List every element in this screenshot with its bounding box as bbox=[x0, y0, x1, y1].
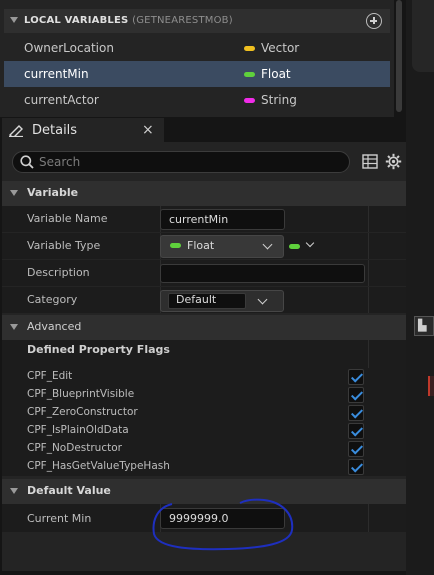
flag-row: CPF_IsPlainOldData bbox=[2, 422, 406, 440]
flag-row: CPF_BlueprintVisible bbox=[2, 386, 406, 404]
current-min-row: Current Min bbox=[2, 504, 406, 533]
float-pin-icon bbox=[170, 243, 181, 248]
chevron-down-icon bbox=[262, 239, 273, 250]
variable-type-row: Variable Type Float bbox=[2, 233, 406, 260]
property-label: Description bbox=[27, 266, 90, 279]
float-type-pill-icon bbox=[244, 72, 255, 77]
property-label: Category bbox=[27, 293, 78, 306]
graph-panel-corner bbox=[412, 0, 434, 72]
container-type-pill-icon[interactable] bbox=[289, 244, 300, 249]
flag-label: CPF_Edit bbox=[27, 370, 73, 382]
pencil-icon bbox=[9, 125, 23, 137]
flag-label: CPF_ZeroConstructor bbox=[27, 406, 138, 418]
current-min-field[interactable] bbox=[160, 508, 285, 529]
category-value: Default bbox=[176, 293, 217, 306]
close-icon[interactable]: × bbox=[142, 122, 154, 138]
property-label: Current Min bbox=[27, 512, 92, 525]
container-type-chevron-icon[interactable] bbox=[305, 238, 315, 248]
flag-row: CPF_NoDestructor bbox=[2, 440, 406, 458]
variable-type: Vector bbox=[261, 41, 300, 55]
local-variables-scrollbar[interactable] bbox=[396, 0, 402, 112]
default-value-section-header[interactable]: Default Value bbox=[2, 479, 406, 504]
variable-section-header[interactable]: Variable bbox=[2, 181, 406, 206]
flag-label: CPF_IsPlainOldData bbox=[27, 424, 129, 436]
property-label: Variable Type bbox=[27, 239, 101, 252]
variable-row-currentactor[interactable]: currentActor String bbox=[4, 87, 390, 113]
function-scope-label: (GETNEARESTMOB) bbox=[132, 15, 233, 26]
flag-checkbox[interactable] bbox=[348, 369, 364, 385]
details-tab[interactable]: Details × bbox=[2, 118, 164, 142]
collapse-arrow-icon[interactable] bbox=[10, 488, 18, 494]
variable-name: OwnerLocation bbox=[24, 41, 114, 55]
vector-type-pill-icon bbox=[244, 46, 255, 51]
description-field[interactable] bbox=[160, 264, 365, 283]
property-label: Variable Name bbox=[27, 212, 108, 225]
section-title: Default Value bbox=[27, 484, 111, 497]
collapse-arrow-icon[interactable] bbox=[10, 190, 18, 196]
category-dropdown[interactable]: Default bbox=[160, 290, 284, 312]
flag-label: CPF_HasGetValueTypeHash bbox=[27, 460, 170, 472]
collapse-arrow-icon[interactable] bbox=[10, 17, 18, 23]
flag-row: CPF_Edit bbox=[2, 368, 406, 386]
description-row: Description bbox=[2, 260, 406, 287]
variable-type-dropdown[interactable]: Float bbox=[160, 235, 284, 258]
variable-row-ownerlocation[interactable]: OwnerLocation Vector bbox=[4, 35, 390, 61]
search-box[interactable] bbox=[12, 151, 350, 173]
variable-name-field[interactable] bbox=[160, 209, 285, 230]
variable-row-currentmin[interactable]: currentMin Float bbox=[4, 61, 390, 87]
details-tab-label: Details bbox=[32, 123, 78, 138]
variable-type: String bbox=[261, 93, 297, 107]
flag-checkbox[interactable] bbox=[348, 387, 364, 403]
category-row: Category Default bbox=[2, 287, 406, 314]
flag-checkbox[interactable] bbox=[348, 405, 364, 421]
variable-name: currentMin bbox=[24, 67, 89, 81]
variable-type-value: Float bbox=[187, 239, 215, 252]
local-variables-header[interactable]: LOCAL VARIABLES (GETNEARESTMOB) bbox=[4, 9, 390, 33]
graph-panel-edge bbox=[406, 0, 434, 575]
variable-name-row: Variable Name bbox=[2, 206, 406, 233]
advanced-section-header[interactable]: Advanced bbox=[2, 315, 406, 340]
flag-label: CPF_NoDestructor bbox=[27, 442, 122, 454]
string-type-pill-icon bbox=[244, 98, 255, 103]
variable-type: Float bbox=[261, 67, 291, 81]
search-icon bbox=[20, 155, 34, 169]
flag-checkbox[interactable] bbox=[348, 423, 364, 439]
chevron-down-icon bbox=[257, 294, 268, 305]
graph-node-icon[interactable]: ▙ bbox=[414, 316, 434, 336]
collapse-arrow-icon[interactable] bbox=[10, 324, 18, 330]
variable-name: currentActor bbox=[24, 93, 99, 107]
flag-row: CPF_ZeroConstructor bbox=[2, 404, 406, 422]
add-variable-icon[interactable] bbox=[366, 13, 382, 29]
section-title: Advanced bbox=[27, 320, 82, 333]
search-input[interactable] bbox=[39, 154, 339, 170]
flag-checkbox[interactable] bbox=[348, 441, 364, 457]
flags-header-row: Defined Property Flags bbox=[2, 340, 406, 368]
flags-header: Defined Property Flags bbox=[27, 343, 170, 356]
flag-label: CPF_BlueprintVisible bbox=[27, 388, 135, 400]
flag-row: CPF_HasGetValueTypeHash bbox=[2, 458, 406, 476]
table-view-icon[interactable] bbox=[362, 154, 378, 169]
warning-icon bbox=[428, 376, 434, 396]
flag-checkbox[interactable] bbox=[348, 459, 364, 475]
gear-icon[interactable] bbox=[385, 153, 402, 170]
local-variables-title: LOCAL VARIABLES (GETNEARESTMOB) bbox=[24, 15, 233, 26]
section-title: Variable bbox=[27, 186, 79, 199]
